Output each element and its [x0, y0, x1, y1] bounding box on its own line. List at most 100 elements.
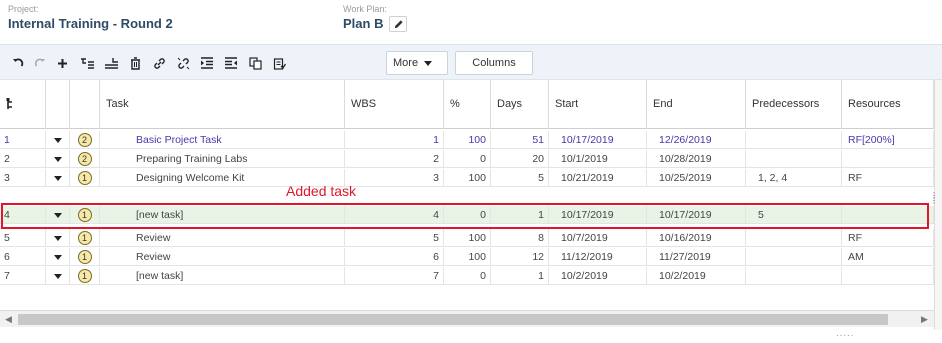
- resources-cell[interactable]: RF[200%]: [842, 131, 934, 149]
- delete-button[interactable]: [124, 51, 146, 75]
- table-row[interactable]: 7 1 [new task] 7 0 1 10/2/2019 10/2/2019: [0, 267, 934, 285]
- task-name[interactable]: [new task]: [100, 267, 345, 285]
- col-head-end[interactable]: End: [647, 80, 746, 129]
- start-cell[interactable]: 10/1/2019: [549, 150, 647, 168]
- predecessors-cell[interactable]: [746, 131, 842, 149]
- task-name[interactable]: Basic Project Task: [100, 131, 345, 149]
- unlink-button[interactable]: [172, 51, 194, 75]
- percent-cell[interactable]: 100: [444, 131, 491, 149]
- horizontal-scrollbar[interactable]: ◀ ▶: [0, 310, 934, 327]
- scrollbar-thumb[interactable]: [18, 314, 888, 325]
- days-cell[interactable]: 20: [491, 150, 549, 168]
- expand-toggle[interactable]: [46, 169, 70, 187]
- scroll-right-icon[interactable]: ▶: [921, 314, 928, 325]
- columns-button[interactable]: Columns: [455, 51, 533, 75]
- predecessors-cell[interactable]: [746, 248, 842, 266]
- task-name[interactable]: Review: [100, 248, 345, 266]
- table-row[interactable]: 3 1 Designing Welcome Kit 3 100 5 10/21/…: [0, 169, 934, 187]
- add-task-button[interactable]: [52, 51, 72, 75]
- col-head-toggle: [46, 80, 70, 129]
- wbs-cell[interactable]: 2: [345, 150, 444, 168]
- resize-grip-icon[interactable]: ⋮ ⋮: [930, 192, 938, 223]
- days-cell[interactable]: 12: [491, 248, 549, 266]
- row-number: 3: [0, 169, 46, 187]
- caret-down-icon: [53, 255, 62, 260]
- redo-button[interactable]: [30, 51, 50, 75]
- edit-workplan-button[interactable]: [389, 16, 408, 32]
- more-dropdown[interactable]: More: [386, 51, 448, 75]
- days-cell[interactable]: 5: [491, 169, 549, 187]
- col-head-tree[interactable]: [0, 80, 46, 129]
- end-cell[interactable]: 10/28/2019: [647, 150, 746, 168]
- end-cell[interactable]: 10/16/2019: [647, 229, 746, 247]
- days-cell[interactable]: 1: [491, 267, 549, 285]
- resources-cell[interactable]: RF: [842, 169, 934, 187]
- end-cell[interactable]: 11/27/2019: [647, 248, 746, 266]
- wbs-cell[interactable]: 6: [345, 248, 444, 266]
- link-button[interactable]: [148, 51, 170, 75]
- task-name[interactable]: Preparing Training Labs: [100, 150, 345, 168]
- expand-toggle[interactable]: [46, 267, 70, 285]
- scroll-left-icon[interactable]: ◀: [5, 314, 12, 325]
- outdent-button[interactable]: [220, 51, 242, 75]
- table-row[interactable]: 5 1 Review 5 100 8 10/7/2019 10/16/2019 …: [0, 229, 934, 247]
- col-head-task[interactable]: Task: [100, 80, 345, 129]
- resources-cell[interactable]: [842, 267, 934, 285]
- splitter-grip-icon[interactable]: ·····: [836, 331, 854, 340]
- col-head-days[interactable]: Days: [491, 80, 549, 129]
- resources-cell[interactable]: [842, 150, 934, 168]
- link-icon: [153, 57, 165, 69]
- predecessors-cell[interactable]: [746, 267, 842, 285]
- start-cell[interactable]: 10/2/2019: [549, 267, 647, 285]
- days-cell[interactable]: 8: [491, 229, 549, 247]
- indent-icon: [201, 57, 213, 69]
- days-cell[interactable]: 51: [491, 131, 549, 149]
- expand-toggle[interactable]: [46, 248, 70, 266]
- table-row[interactable]: 2 2 Preparing Training Labs 2 0 20 10/1/…: [0, 150, 934, 168]
- col-head-resources[interactable]: Resources: [842, 80, 934, 129]
- percent-cell[interactable]: 100: [444, 248, 491, 266]
- predecessors-cell[interactable]: [746, 150, 842, 168]
- table-row[interactable]: 6 1 Review 6 100 12 11/12/2019 11/27/201…: [0, 248, 934, 266]
- end-cell[interactable]: 10/2/2019: [647, 267, 746, 285]
- end-cell[interactable]: 12/26/2019: [647, 131, 746, 149]
- start-cell[interactable]: 10/7/2019: [549, 229, 647, 247]
- col-head-start[interactable]: Start: [549, 80, 647, 129]
- percent-cell[interactable]: 0: [444, 150, 491, 168]
- wbs-cell[interactable]: 1: [345, 131, 444, 149]
- tree-structure-icon: [6, 98, 12, 109]
- resources-cell[interactable]: RF: [842, 229, 934, 247]
- start-cell[interactable]: 10/21/2019: [549, 169, 647, 187]
- undo-button[interactable]: [8, 51, 28, 75]
- paste-button[interactable]: [268, 51, 290, 75]
- outdent-icon: [225, 57, 237, 69]
- wbs-cell[interactable]: 7: [345, 267, 444, 285]
- wbs-cell[interactable]: 5: [345, 229, 444, 247]
- end-cell[interactable]: 10/25/2019: [647, 169, 746, 187]
- resources-cell[interactable]: AM: [842, 248, 934, 266]
- workplan-row: Plan B: [343, 15, 408, 33]
- start-cell[interactable]: 11/12/2019: [549, 248, 647, 266]
- outdent-task-button[interactable]: [100, 51, 122, 75]
- task-name[interactable]: Review: [100, 229, 345, 247]
- col-head-wbs[interactable]: WBS: [345, 80, 444, 129]
- row-number: 7: [0, 267, 46, 285]
- start-cell[interactable]: 10/17/2019: [549, 131, 647, 149]
- indent-task-button[interactable]: [76, 51, 98, 75]
- add-icon: [57, 58, 67, 68]
- row-number: 5: [0, 229, 46, 247]
- percent-cell[interactable]: 100: [444, 169, 491, 187]
- expand-toggle[interactable]: [46, 229, 70, 247]
- percent-cell[interactable]: 0: [444, 267, 491, 285]
- percent-cell[interactable]: 100: [444, 229, 491, 247]
- table-row[interactable]: 1 2 Basic Project Task 1 100 51 10/17/20…: [0, 131, 934, 149]
- indent-button[interactable]: [196, 51, 218, 75]
- wbs-cell[interactable]: 3: [345, 169, 444, 187]
- predecessors-cell[interactable]: 1, 2, 4: [746, 169, 842, 187]
- predecessors-cell[interactable]: [746, 229, 842, 247]
- col-head-percent[interactable]: %: [444, 80, 491, 129]
- expand-toggle[interactable]: [46, 150, 70, 168]
- copy-button[interactable]: [244, 51, 266, 75]
- col-head-predecessors[interactable]: Predecessors: [746, 80, 842, 129]
- expand-toggle[interactable]: [46, 131, 70, 149]
